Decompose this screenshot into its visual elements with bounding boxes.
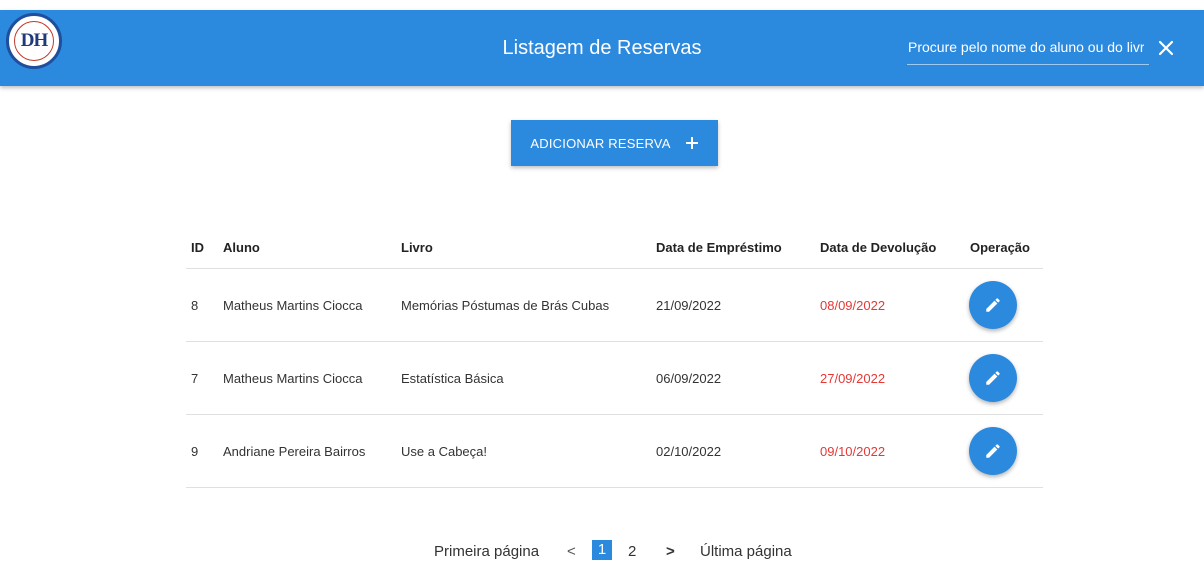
column-header-devolucao: Data de Devolução [820, 226, 970, 269]
close-icon[interactable] [1157, 39, 1175, 57]
next-page-icon[interactable]: > [666, 543, 675, 560]
table-header-row: ID Aluno Livro Data de Empréstimo Data d… [186, 226, 1043, 269]
edit-button[interactable] [969, 281, 1017, 329]
edit-button[interactable] [969, 427, 1017, 475]
reservations-table: ID Aluno Livro Data de Empréstimo Data d… [186, 226, 1043, 488]
cell-emprestimo: 02/10/2022 [656, 414, 820, 488]
pencil-icon [986, 298, 1000, 312]
first-page-link[interactable]: Primeira página [434, 543, 539, 560]
plus-icon [685, 137, 698, 149]
cell-devolucao: 27/09/2022 [820, 341, 970, 415]
cell-emprestimo: 21/09/2022 [656, 268, 820, 342]
cell-id: 8 [186, 268, 223, 342]
cell-aluno: Matheus Martins Ciocca [223, 341, 401, 415]
search-input[interactable] [907, 34, 1144, 60]
cell-emprestimo: 06/09/2022 [656, 341, 820, 415]
cell-devolucao: 09/10/2022 [820, 414, 970, 488]
column-header-operacao: Operação [970, 226, 1043, 269]
cell-id: 7 [186, 341, 223, 415]
prev-page-icon[interactable]: < [567, 543, 576, 560]
column-header-aluno: Aluno [223, 226, 401, 269]
column-header-id: ID [186, 226, 223, 269]
cell-operacao [969, 341, 1043, 415]
cell-operacao [969, 414, 1043, 488]
pencil-icon [986, 444, 1000, 458]
add-reservation-label: ADICIONAR RESERVA [530, 135, 671, 151]
pencil-icon [986, 371, 1000, 385]
table-row: 8 Matheus Martins Ciocca Memórias Póstum… [186, 268, 1043, 342]
column-header-emprestimo: Data de Empréstimo [656, 226, 820, 269]
cell-livro: Memórias Póstumas de Brás Cubas [401, 268, 656, 342]
table-row: 7 Matheus Martins Ciocca Estatística Bás… [186, 341, 1043, 415]
page-2-link[interactable]: 2 [628, 543, 636, 560]
cell-operacao [969, 268, 1043, 342]
pagination: Primeira página < 1 2 > Última página [0, 540, 1204, 564]
cell-devolucao: 08/09/2022 [820, 268, 970, 342]
cell-id: 9 [186, 414, 223, 488]
add-reservation-button[interactable]: ADICIONAR RESERVA [511, 120, 718, 166]
edit-button[interactable] [969, 354, 1017, 402]
table-row: 9 Andriane Pereira Bairros Use a Cabeça!… [186, 414, 1043, 488]
search-field [907, 34, 1149, 65]
column-header-livro: Livro [401, 226, 656, 269]
cell-livro: Use a Cabeça! [401, 414, 656, 488]
app-header: DH Listagem de Reservas [0, 10, 1204, 86]
cell-livro: Estatística Básica [401, 341, 656, 415]
page-1-link[interactable]: 1 [592, 540, 612, 560]
cell-aluno: Matheus Martins Ciocca [223, 268, 401, 342]
last-page-link[interactable]: Última página [700, 543, 792, 560]
cell-aluno: Andriane Pereira Bairros [223, 414, 401, 488]
